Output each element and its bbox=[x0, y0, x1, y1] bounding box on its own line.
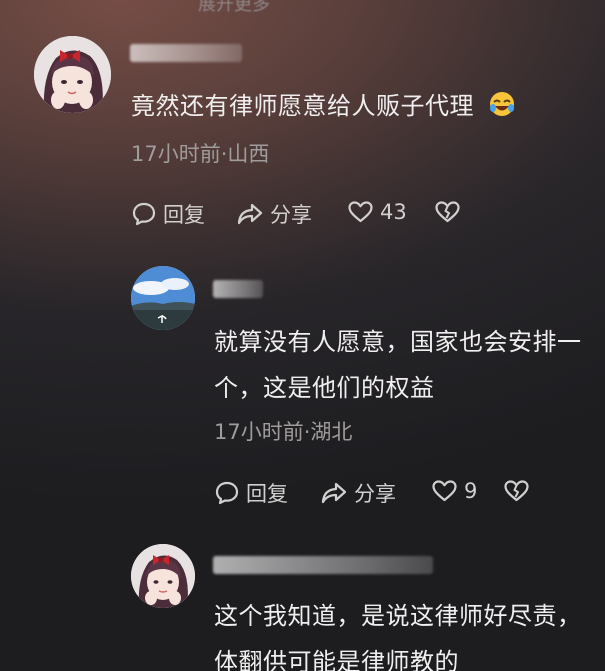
laughing-emoji-icon bbox=[488, 90, 516, 130]
share-label: 分享 bbox=[270, 203, 312, 227]
reply-button[interactable]: 回复 bbox=[214, 478, 288, 508]
dislike-button[interactable] bbox=[434, 199, 461, 225]
share-arrow-icon bbox=[321, 482, 347, 504]
like-count: 43 bbox=[380, 200, 407, 224]
comment-text: 竟然还有律师愿意给人贩子代理 bbox=[131, 86, 516, 130]
share-button[interactable]: 分享 bbox=[236, 199, 312, 229]
avatar-sky-landscape bbox=[131, 266, 195, 330]
comment-text-line: 就算没有人愿意，国家也会安排一 bbox=[214, 328, 582, 356]
reply-label: 回复 bbox=[246, 482, 288, 506]
comment-text-line: 个，这是他们的权益 bbox=[214, 374, 435, 402]
comment-2: 就算没有人愿意，国家也会安排一 个，这是他们的权益 17小时前·湖北 回复 分享… bbox=[0, 250, 605, 520]
dislike-button[interactable] bbox=[503, 478, 530, 504]
share-arrow-icon bbox=[237, 203, 263, 225]
avatar-girl-illustration bbox=[131, 544, 195, 608]
avatar[interactable] bbox=[131, 266, 195, 330]
comment-3: 这个我知道，是说这律师好尽责， 体翻供可能是律师教的 bbox=[0, 530, 605, 671]
speech-bubble-icon bbox=[215, 481, 239, 505]
avatar[interactable] bbox=[34, 36, 111, 113]
username-blurred[interactable] bbox=[130, 44, 242, 62]
like-button[interactable]: 43 bbox=[347, 199, 407, 225]
username-blurred[interactable] bbox=[213, 280, 263, 298]
time-location: 17小时前·山西 bbox=[131, 142, 270, 166]
reply-label: 回复 bbox=[163, 203, 205, 227]
time-location: 17小时前·湖北 bbox=[214, 420, 353, 444]
comment-text: 就算没有人愿意，国家也会安排一 个，这是他们的权益 bbox=[214, 322, 582, 408]
heart-icon bbox=[348, 201, 373, 223]
reply-button[interactable]: 回复 bbox=[131, 199, 205, 229]
like-button[interactable]: 9 bbox=[431, 478, 477, 504]
comment-text-line: 体翻供可能是律师教的 bbox=[214, 648, 459, 671]
speech-bubble-icon bbox=[132, 202, 156, 226]
like-count: 9 bbox=[464, 479, 478, 503]
comment-text-line: 竟然还有律师愿意给人贩子代理 bbox=[131, 92, 474, 120]
share-button[interactable]: 分享 bbox=[320, 478, 396, 508]
broken-heart-icon bbox=[435, 201, 460, 223]
heart-icon bbox=[432, 480, 457, 502]
avatar-girl-illustration bbox=[34, 36, 111, 113]
share-label: 分享 bbox=[354, 482, 396, 506]
broken-heart-icon bbox=[504, 480, 529, 502]
comment-text: 这个我知道，是说这律师好尽责， 体翻供可能是律师教的 bbox=[214, 596, 582, 671]
username-blurred[interactable] bbox=[213, 556, 433, 574]
avatar[interactable] bbox=[131, 544, 195, 608]
comment-text-line: 这个我知道，是说这律师好尽责， bbox=[214, 602, 582, 630]
comment-1: 竟然还有律师愿意给人贩子代理 17小时前·山西 回复 分享 43 bbox=[0, 0, 605, 240]
